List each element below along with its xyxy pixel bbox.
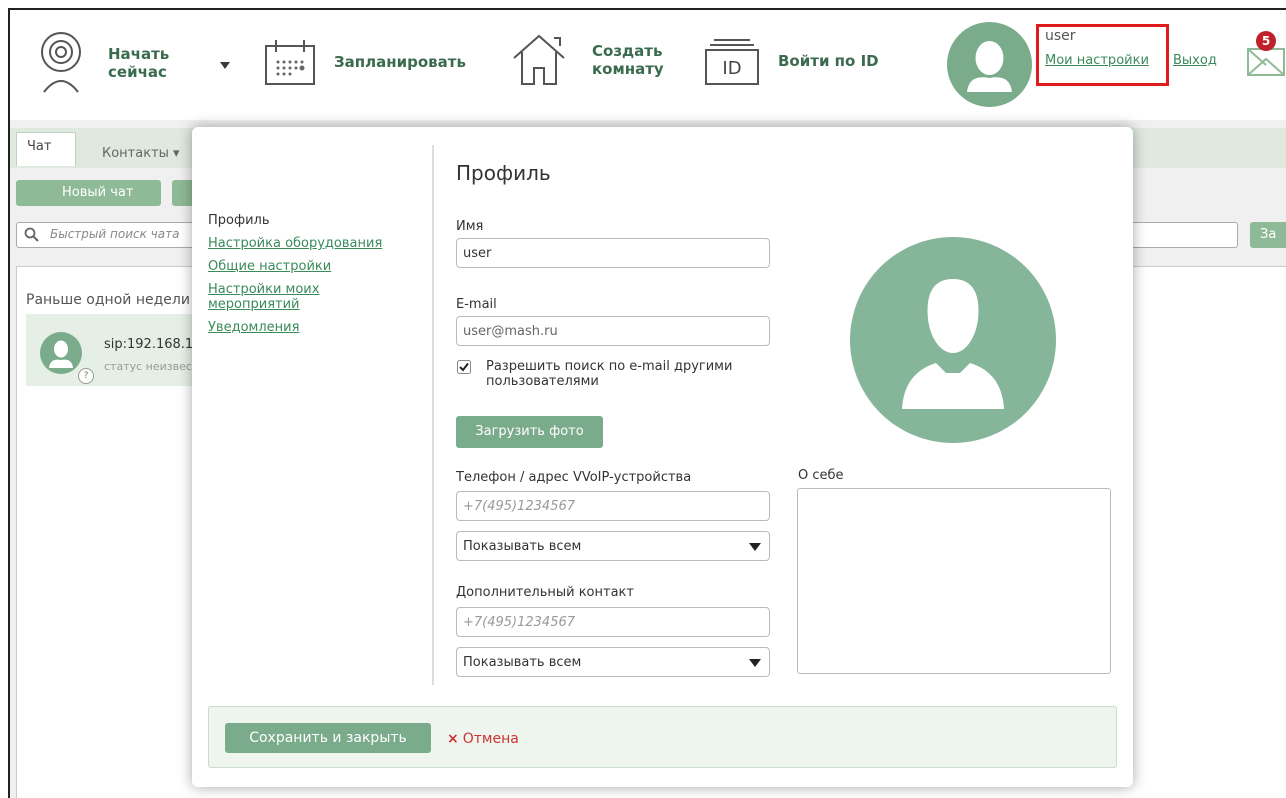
nav-item-hardware[interactable]: Настройка оборудования bbox=[208, 236, 418, 251]
extra-visibility-value: Показывать всем bbox=[463, 655, 582, 670]
extra-contact-field[interactable]: +7(495)1234567 bbox=[456, 607, 770, 637]
extra-contact-label: Дополнительный контакт bbox=[456, 585, 634, 600]
settings-nav: Профиль Настройка оборудования Общие нас… bbox=[208, 213, 418, 343]
vertical-divider bbox=[432, 145, 434, 685]
email-field[interactable]: user@mash.ru bbox=[456, 316, 770, 346]
nav-item-notifications[interactable]: Уведомления bbox=[208, 320, 418, 335]
about-textarea[interactable] bbox=[797, 488, 1111, 674]
calendar-icon bbox=[265, 40, 315, 85]
upload-photo-button[interactable]: Загрузить фото bbox=[456, 416, 603, 448]
login-by-id-label: Войти по ID bbox=[778, 52, 879, 70]
tab-chat[interactable]: Чат bbox=[16, 132, 76, 166]
nav-item-my-events-line1: Настройки моих bbox=[208, 282, 320, 297]
allow-search-label: Разрешить поиск по e-mail другими пользо… bbox=[486, 359, 766, 389]
user-silhouette-icon bbox=[49, 340, 73, 368]
phone-field[interactable]: +7(495)1234567 bbox=[456, 491, 770, 521]
phone-label: Телефон / адрес VVoIP-устройства bbox=[456, 470, 692, 485]
name-label: Имя bbox=[456, 219, 484, 234]
page-title: Профиль bbox=[456, 161, 551, 185]
profile-photo bbox=[850, 237, 1056, 443]
create-room-button[interactable]: Создать комнату bbox=[510, 32, 664, 88]
allow-search-label-line1: Разрешить поиск по e-mail другими bbox=[486, 359, 733, 374]
tab-contacts-label: Контакты bbox=[102, 146, 169, 161]
house-icon bbox=[513, 34, 565, 85]
start-now-button[interactable]: Начать сейчас bbox=[36, 30, 169, 96]
schedule-button[interactable]: Запланировать bbox=[264, 38, 466, 86]
logout-link[interactable]: Выход bbox=[1173, 53, 1217, 68]
login-by-id-button[interactable]: ID Войти по ID bbox=[704, 36, 879, 86]
nav-item-my-events-line2: мероприятий bbox=[208, 297, 300, 312]
user-silhouette-icon bbox=[902, 279, 1004, 409]
cancel-link[interactable]: × Отмена bbox=[447, 731, 519, 747]
phone-visibility-select[interactable]: Показывать всем bbox=[456, 531, 770, 561]
nav-item-profile[interactable]: Профиль bbox=[208, 213, 418, 228]
name-field[interactable]: user bbox=[456, 238, 770, 268]
about-label: О себе bbox=[798, 468, 844, 483]
schedule-label: Запланировать bbox=[334, 53, 466, 71]
tab-contacts[interactable]: Контакты ▾ bbox=[102, 146, 180, 161]
search-icon bbox=[24, 227, 39, 242]
username-label: user bbox=[1045, 28, 1076, 44]
allow-search-label-line2: пользователями bbox=[486, 374, 599, 389]
start-now-label-line2: сейчас bbox=[108, 63, 167, 81]
new-chat-button[interactable]: Новый чат bbox=[16, 180, 161, 206]
cancel-label: Отмена bbox=[462, 731, 519, 747]
start-now-label-line1: Начать bbox=[108, 45, 170, 63]
webcam-icon bbox=[41, 32, 81, 93]
start-now-dropdown-arrow-icon[interactable] bbox=[220, 62, 230, 69]
mail-icon[interactable] bbox=[1246, 47, 1286, 77]
create-room-label-line2: комнату bbox=[592, 60, 664, 78]
modal-footer: Сохранить и закрыть × Отмена bbox=[208, 706, 1117, 768]
mail-count-badge: 5 bbox=[1256, 31, 1276, 51]
earlier-group-label: Раньше одной недели bbox=[26, 292, 190, 308]
create-room-label-line1: Создать bbox=[592, 42, 663, 60]
search-action-button[interactable]: За bbox=[1250, 222, 1286, 248]
save-and-close-button[interactable]: Сохранить и закрыть bbox=[225, 723, 431, 753]
user-silhouette-icon bbox=[967, 41, 1012, 92]
profile-settings-modal: Профиль Настройка оборудования Общие нас… bbox=[192, 127, 1133, 787]
allow-search-checkbox[interactable] bbox=[457, 360, 471, 374]
status-unknown-icon: ? bbox=[78, 368, 94, 384]
extra-visibility-select[interactable]: Показывать всем bbox=[456, 647, 770, 677]
quick-search-placeholder: Быстрый поиск чата bbox=[50, 227, 180, 241]
nav-item-general[interactable]: Общие настройки bbox=[208, 259, 418, 274]
contact-name: sip:192.168.10 bbox=[104, 337, 202, 352]
close-icon: × bbox=[447, 731, 459, 747]
dropdown-arrow-icon bbox=[749, 543, 761, 551]
top-toolbar: Начать сейчас Запланировать Создать комн… bbox=[10, 10, 1286, 120]
contact-avatar bbox=[40, 332, 82, 374]
user-avatar[interactable] bbox=[947, 22, 1032, 107]
phone-visibility-value: Показывать всем bbox=[463, 539, 582, 554]
my-settings-link[interactable]: Мои настройки bbox=[1045, 53, 1149, 68]
email-label: E-mail bbox=[456, 297, 497, 312]
dropdown-arrow-icon bbox=[749, 659, 761, 667]
id-card-icon: ID bbox=[705, 39, 759, 85]
id-icon-text: ID bbox=[722, 58, 741, 79]
nav-item-my-events[interactable]: Настройки моих мероприятий bbox=[208, 282, 418, 312]
